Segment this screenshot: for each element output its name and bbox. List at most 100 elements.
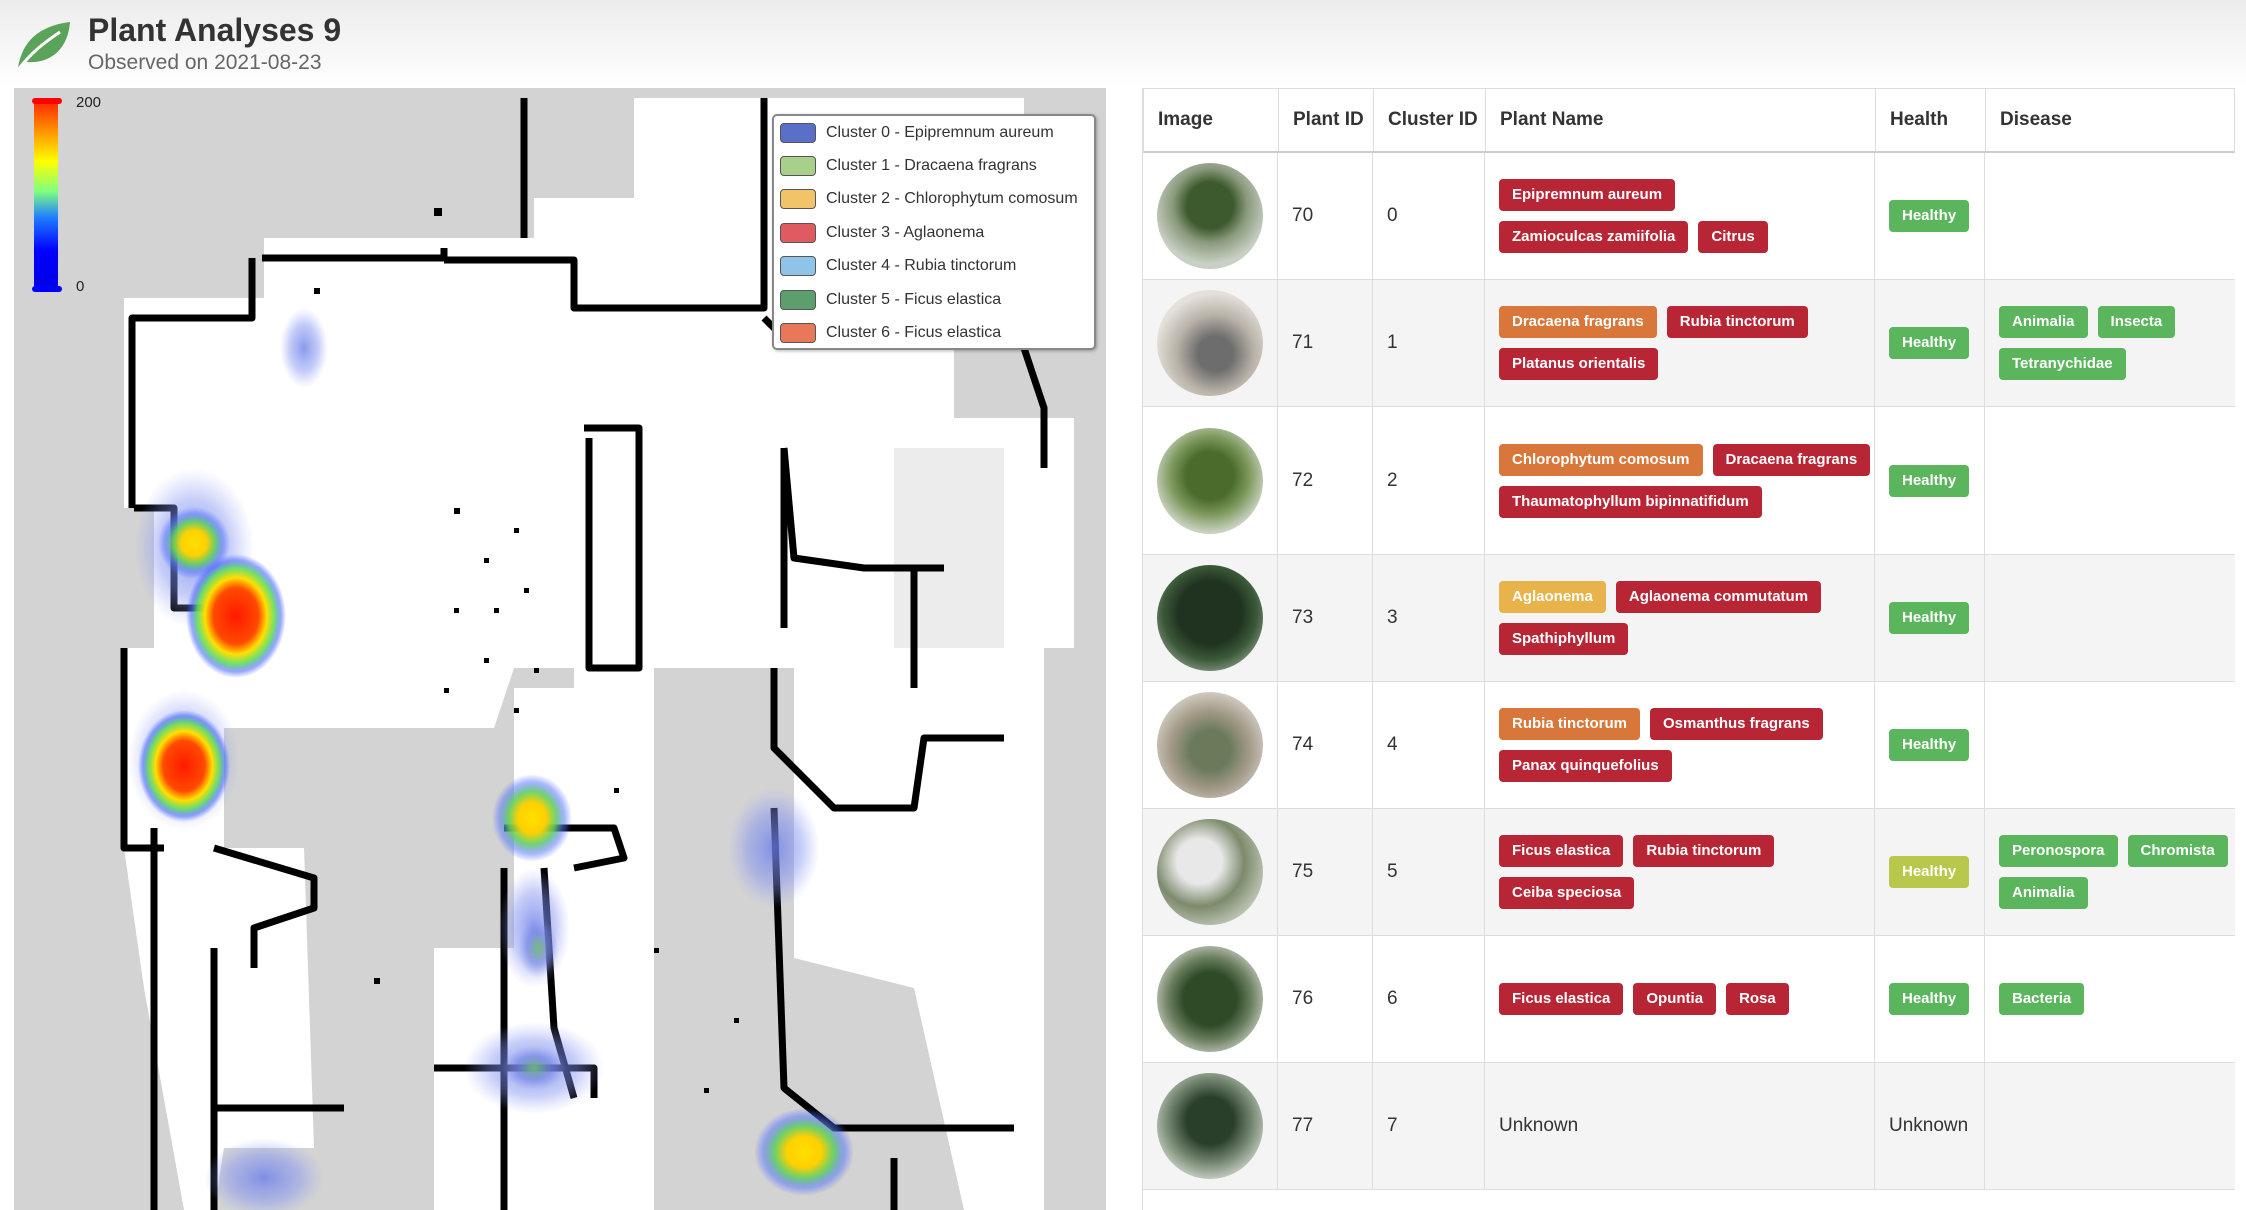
plant-name-tag[interactable]: Epipremnum aureum <box>1499 179 1676 211</box>
disease-tag[interactable]: Animalia <box>1999 306 2088 338</box>
colorbar-max-label: 200 <box>76 94 102 111</box>
legend-swatch <box>780 289 816 310</box>
legend-item[interactable]: Cluster 3 - Aglaonema <box>774 216 1094 249</box>
plant-name-tag[interactable]: Thaumatophyllum bipinnatifidum <box>1499 485 1762 518</box>
column-header-image[interactable]: Image <box>1144 89 1279 151</box>
disease-tag[interactable]: Chromista <box>2127 835 2228 867</box>
disease-tag[interactable]: Bacteria <box>1999 983 2085 1015</box>
legend-item[interactable]: Cluster 1 - Dracaena fragrans <box>774 149 1094 182</box>
legend-item[interactable]: Cluster 4 - Rubia tinctorum <box>774 250 1094 283</box>
plant-table: Image Plant ID Cluster ID Plant Name Hea… <box>1142 88 2235 1210</box>
legend-label: Cluster 1 - Dracaena fragrans <box>826 157 1037 175</box>
plant-name-tag[interactable]: Osmanthus fragrans <box>1650 708 1823 740</box>
plant-name-cell: Epipremnum aureum Zamioculcas zamiifolia C… <box>1485 153 1875 279</box>
legend-swatch <box>780 222 816 243</box>
plant-name-tag[interactable]: Citrus <box>1698 221 1768 253</box>
legend-item[interactable]: Cluster 5 - Ficus elastica <box>774 283 1094 316</box>
page-header: Plant Analyses 9 Observed on 2021-08-23 <box>12 4 341 84</box>
disease-tag[interactable]: Animalia <box>1999 877 2088 909</box>
image-cell <box>1143 153 1278 279</box>
table-row[interactable]: 72 2 Chlorophytum comosum Dracaena fragrans… <box>1143 407 2235 555</box>
table-body: 70 0 Epipremnum aureum Zamioculcas zamiifol… <box>1143 153 2235 1190</box>
image-cell <box>1143 1063 1278 1189</box>
table-row[interactable]: 71 1 Dracaena fragrans Rubia tinctorum Plata… <box>1143 280 2235 407</box>
plant-name-tag[interactable]: Spathiphyllum <box>1499 623 1629 655</box>
legend-label: Cluster 6 - Ficus elastica <box>826 324 1002 342</box>
plant-id-cell: 74 <box>1278 682 1373 808</box>
plant-thumbnail[interactable] <box>1157 692 1263 798</box>
health-badge: Healthy <box>1889 729 1970 761</box>
plant-name-tag[interactable]: Rubia tinctorum <box>1666 306 1808 338</box>
disease-cell: Bacteria <box>1985 936 2233 1062</box>
table-row[interactable]: 74 4 Rubia tinctorum Osmanthus fragrans Pana… <box>1143 682 2235 809</box>
plant-name-tag[interactable]: Dracaena fragrans <box>1499 306 1657 338</box>
plant-thumbnail[interactable] <box>1157 163 1263 269</box>
plant-thumbnail[interactable] <box>1157 819 1263 925</box>
plant-name-tag[interactable]: Ficus elastica <box>1499 983 1624 1015</box>
disease-tag[interactable]: Insecta <box>2097 306 2176 338</box>
plant-name-cell: Aglaonema Aglaonema commutatum Spathiphyll… <box>1485 555 1875 681</box>
table-row[interactable]: 73 3 Aglaonema Aglaonema commutatum Spathiph… <box>1143 555 2235 682</box>
plant-name-tag[interactable]: Aglaonema <box>1499 581 1606 613</box>
disease-tags: Bacteria <box>1999 971 2085 1027</box>
cluster-id-cell: 1 <box>1373 280 1485 406</box>
plant-name-tag[interactable]: Opuntia <box>1633 983 1717 1015</box>
plant-thumbnail[interactable] <box>1157 565 1263 671</box>
image-cell <box>1143 555 1278 681</box>
plant-name-tag[interactable]: Chlorophytum comosum <box>1499 443 1703 476</box>
plant-name-tag[interactable]: Rubia tinctorum <box>1499 708 1640 740</box>
health-cell: Healthy <box>1875 153 1985 279</box>
plant-name-tag[interactable]: Ceiba speciosa <box>1499 877 1635 909</box>
plant-id-cell: 73 <box>1278 555 1373 681</box>
disease-cell: Animalia Insecta Tetranychidae <box>1985 280 2233 406</box>
column-header-disease[interactable]: Disease <box>1986 89 2234 151</box>
column-header-plant-name[interactable]: Plant Name <box>1486 89 1876 151</box>
disease-cell <box>1985 555 2233 681</box>
health-cell: Healthy <box>1875 280 1985 406</box>
column-header-plant-id[interactable]: Plant ID <box>1279 89 1374 151</box>
plant-thumbnail[interactable] <box>1157 946 1263 1052</box>
legend-item[interactable]: Cluster 2 - Chlorophytum comosum <box>774 183 1094 216</box>
column-header-cluster-id[interactable]: Cluster ID <box>1374 89 1486 151</box>
plant-name-tag[interactable]: Ficus elastica <box>1499 835 1624 867</box>
plant-name-tag[interactable]: Zamioculcas zamiifolia <box>1499 221 1689 253</box>
table-row[interactable]: 70 0 Epipremnum aureum Zamioculcas zamiifol… <box>1143 153 2235 280</box>
plant-name-tags: Ficus elastica Opuntia Rosa <box>1499 971 1789 1027</box>
plant-name-tag[interactable]: Panax quinquefolius <box>1499 750 1672 782</box>
legend-swatch <box>780 323 816 344</box>
plant-name-tag[interactable]: Rosa <box>1726 983 1789 1015</box>
plant-name-tags: Chlorophytum comosum Dracaena fragrans Tha… <box>1499 432 1874 530</box>
table-row[interactable]: 75 5 Ficus elastica Rubia tinctorum Ceiba sp… <box>1143 809 2235 936</box>
observation-date: Observed on 2021-08-23 <box>88 51 322 74</box>
cluster-id-cell: 0 <box>1373 153 1485 279</box>
plant-name-tag[interactable]: Rubia tinctorum <box>1633 835 1775 867</box>
legend-item[interactable]: Cluster 6 - Ficus elastica <box>774 316 1094 349</box>
plant-id-cell: 77 <box>1278 1063 1373 1189</box>
plant-name-tag[interactable]: Dracaena fragrans <box>1712 443 1871 476</box>
table-row[interactable]: 76 6 Ficus elastica Opuntia Rosa Healthy Bacte… <box>1143 936 2235 1063</box>
disease-tag[interactable]: Tetranychidae <box>1999 348 2126 380</box>
plant-thumbnail[interactable] <box>1157 427 1263 534</box>
plant-id-cell: 76 <box>1278 936 1373 1062</box>
disease-tags: Animalia Insecta Tetranychidae <box>1999 294 2233 392</box>
health-badge: Healthy <box>1889 602 1970 634</box>
cluster-id-cell: 4 <box>1373 682 1485 808</box>
legend-item[interactable]: Cluster 0 - Epipremnum aureum <box>774 116 1094 149</box>
disease-tag[interactable]: Peronospora <box>1999 835 2118 867</box>
image-cell <box>1143 936 1278 1062</box>
disease-tags: Peronospora Chromista Animalia <box>1999 823 2233 921</box>
plant-name-tag[interactable]: Platanus orientalis <box>1499 348 1659 380</box>
cluster-id-cell: 3 <box>1373 555 1485 681</box>
disease-cell <box>1985 153 2233 279</box>
floor-heatmap[interactable]: 200 0 Cluster 0 - Epipremnum aureum Clust… <box>14 88 1106 1210</box>
image-cell <box>1143 682 1278 808</box>
table-row[interactable]: 77 7 Unknown Unknown <box>1143 1063 2235 1190</box>
disease-cell <box>1985 1063 2233 1189</box>
plant-name-tag[interactable]: Aglaonema commutatum <box>1615 581 1822 613</box>
health-badge: Healthy <box>1889 327 1970 359</box>
column-header-health[interactable]: Health <box>1876 89 1986 151</box>
colorbar-bottom-cap <box>32 286 62 292</box>
plant-thumbnail[interactable] <box>1157 1073 1263 1179</box>
plant-name-cell: Rubia tinctorum Osmanthus fragrans Panax q… <box>1485 682 1875 808</box>
plant-thumbnail[interactable] <box>1157 290 1263 396</box>
